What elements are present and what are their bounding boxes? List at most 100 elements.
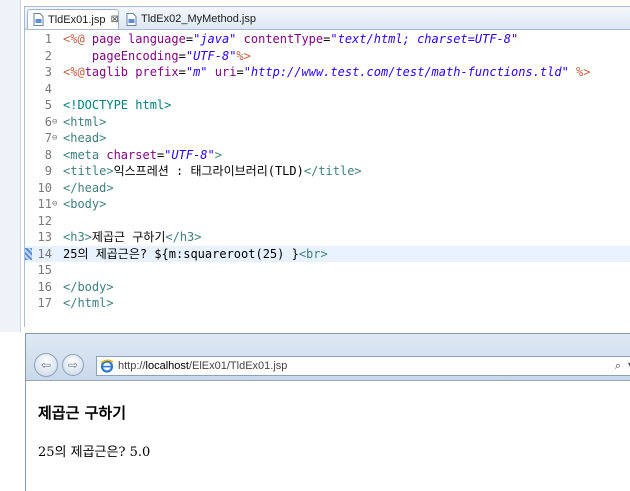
line-number: 17 <box>37 296 52 310</box>
code-line[interactable]: 8 <meta charset="UTF-8"> <box>25 147 630 164</box>
code-token: = <box>178 65 186 79</box>
code-token: uri <box>214 65 237 79</box>
back-arrow-icon: ⇦ <box>40 358 52 372</box>
code-text: </head> <box>63 180 114 197</box>
code-token: contentType <box>243 32 324 46</box>
code-line[interactable]: 15 <box>25 262 630 279</box>
code-token: = <box>178 48 186 63</box>
code-token: = <box>236 65 244 79</box>
back-button[interactable]: ⇦ <box>34 353 58 377</box>
rendered-page: 제곱근 구하기 25의 제곱근은? 5.0 <box>38 402 150 460</box>
code-token: %> <box>576 65 591 79</box>
code-line[interactable]: 7 ⊖ <head> <box>25 130 630 147</box>
search-icon[interactable]: ⌕ <box>615 359 621 373</box>
code-token: language <box>128 32 186 46</box>
code-token: page <box>91 32 129 46</box>
code-line[interactable]: 4 <box>25 81 630 98</box>
line-number: 11 <box>37 197 52 211</box>
code-token: <h3> <box>63 230 92 244</box>
forward-button[interactable]: ⇨ <box>62 354 84 376</box>
code-text: <html> <box>63 114 106 131</box>
code-token: "text/html; charset=UTF-8" <box>330 32 519 46</box>
internal-browser: ⇦ ⇨ http://localhost/ElEx01/TldEx01.jsp … <box>25 333 630 491</box>
code-line[interactable]: 2 pageEncoding="UTF-8"%> <box>25 48 630 65</box>
code-text: 25의 제곱근은? ${m:squareroot(25) }<br> <box>63 246 328 263</box>
code-text: </body> <box>63 279 114 296</box>
code-token: </html> <box>63 296 114 310</box>
code-line[interactable]: 10 </head> <box>25 180 630 197</box>
code-token: <meta <box>63 147 107 162</box>
code-line[interactable]: 14 25의 제곱근은? ${m:squareroot(25) }<br> <box>25 245 630 263</box>
line-number: 16 <box>37 279 52 294</box>
code-text: <!DOCTYPE html> <box>63 97 171 114</box>
address-bar[interactable]: http://localhost/ElEx01/TldEx01.jsp ⌕ ▾ <box>96 356 630 376</box>
code-token: </head> <box>63 180 114 195</box>
url-host: localhost <box>145 360 189 372</box>
code-token: <title> <box>63 164 114 178</box>
jsp-file-icon <box>33 13 44 26</box>
fold-toggle-icon[interactable]: ⊖ <box>52 130 60 147</box>
code-token: "UTF-8" <box>185 48 237 63</box>
line-number: 10 <box>37 180 52 195</box>
tab-tldex01[interactable]: TldEx01.jsp ⊠ <box>27 9 119 29</box>
line-number: 6 <box>44 114 52 129</box>
code-line[interactable]: 11 ⊖ <body> <box>25 196 630 213</box>
code-token: 제곱근 구하기 <box>91 230 166 244</box>
jsp-file-icon <box>126 12 137 26</box>
code-token: <html> <box>63 114 107 129</box>
line-number: 15 <box>37 263 52 277</box>
browser-toolbar: ⇦ ⇨ http://localhost/ElEx01/TldEx01.jsp … <box>26 334 630 381</box>
code-token: <%@ <box>63 32 92 46</box>
code-token: = <box>185 32 194 46</box>
code-area[interactable]: 1 <%@ page language="java" contentType="t… <box>25 31 630 312</box>
line-number: 2 <box>44 48 52 63</box>
code-token: "java" <box>193 32 237 46</box>
code-token: <head> <box>63 131 107 145</box>
code-token: </h3> <box>165 230 202 244</box>
url-text: http://localhost/ElEx01/TldEx01.jsp <box>118 360 287 372</box>
code-line[interactable]: 3 <%@taglib prefix="m" uri="http://www.te… <box>25 64 630 81</box>
code-text: <meta charset="UTF-8"> <box>63 147 222 164</box>
code-token: prefix <box>135 65 179 79</box>
code-text: <h3>제곱근 구하기</h3> <box>63 229 202 246</box>
fold-toggle-icon[interactable]: ⊖ <box>52 114 60 131</box>
code-token: </body> <box>63 279 114 294</box>
page-heading: 제곱근 구하기 <box>38 404 127 422</box>
line-number: 14 <box>37 246 52 261</box>
code-line[interactable]: 9 <title>익스프레션 : 태그라이브러리(TLD)</title> <box>25 163 630 180</box>
code-line[interactable]: 6 ⊖ <html> <box>25 114 630 131</box>
code-token: "http://www.test.com/test/math-functions… <box>243 65 569 79</box>
page-result-text: 25의 제곱근은? 5.0 <box>38 445 151 460</box>
code-line[interactable]: 17 </html> <box>25 295 630 312</box>
fold-toggle-icon[interactable]: ⊖ <box>52 196 60 213</box>
code-editor[interactable]: TldEx01.jsp ⊠ TldEx02_MyMethod.jsp 1 <%@ … <box>24 6 630 327</box>
line-number: 8 <box>44 147 52 162</box>
code-text: <%@ page language="java" contentType="te… <box>63 31 518 48</box>
code-line[interactable]: 13 <h3>제곱근 구하기</h3> <box>25 229 630 246</box>
code-token: "UTF-8" <box>164 147 215 162</box>
line-number: 7 <box>44 131 52 145</box>
code-token: <!DOCTYPE html> <box>63 98 172 112</box>
code-text: <head> <box>63 130 106 147</box>
code-line[interactable]: 5 <!DOCTYPE html> <box>25 97 630 114</box>
line-number: 13 <box>37 230 52 244</box>
code-line[interactable]: 1 <%@ page language="java" contentType="t… <box>25 31 630 48</box>
tab-tldex02-mymethod[interactable]: TldEx02_MyMethod.jsp <box>121 9 271 29</box>
code-token: charset <box>106 147 157 162</box>
code-token: %> <box>236 48 251 63</box>
code-text: </html> <box>63 295 114 312</box>
tab-label: TldEx02_MyMethod.jsp <box>141 13 256 25</box>
code-text: <body> <box>63 196 106 213</box>
code-token: <br> <box>298 246 328 261</box>
close-icon[interactable]: ⊠ <box>110 14 118 25</box>
ie-icon <box>100 359 114 373</box>
line-number: 9 <box>44 164 52 178</box>
line-number: 1 <box>44 32 52 46</box>
code-token: > <box>214 147 222 162</box>
code-token: taglib <box>84 65 136 79</box>
url-prefix: http:// <box>118 360 146 372</box>
code-line[interactable]: 12 <box>25 213 630 230</box>
code-line[interactable]: 16 </body> <box>25 279 630 296</box>
